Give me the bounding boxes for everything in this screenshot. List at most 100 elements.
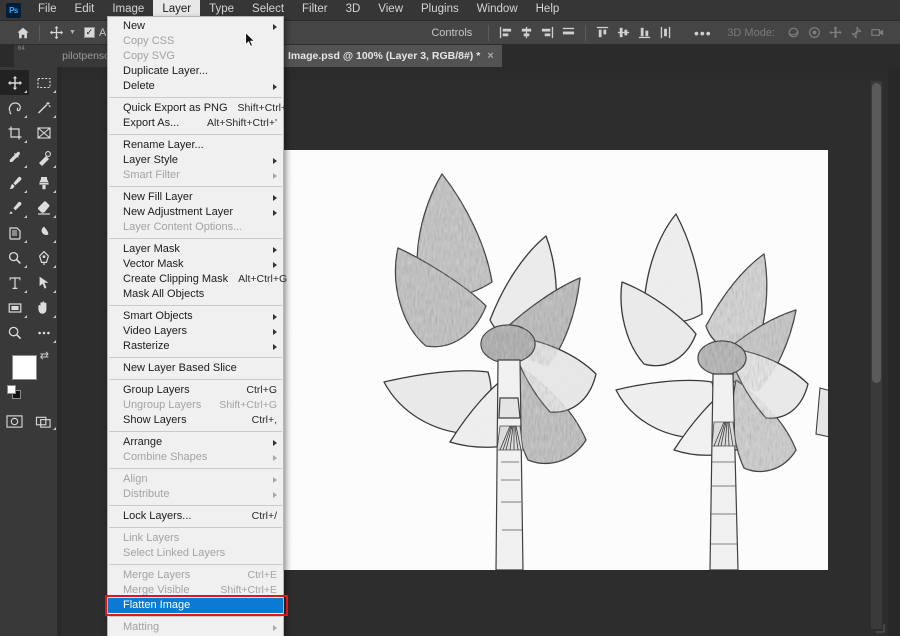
type-tool-icon[interactable]: [0, 270, 29, 295]
rectangular-marquee-tool-icon[interactable]: [29, 70, 58, 95]
menu-item-arrange[interactable]: Arrange: [108, 435, 283, 450]
menu-item-mask-all-objects[interactable]: Mask All Objects: [108, 287, 283, 302]
submenu-arrow-icon: [273, 261, 277, 268]
spot-healing-brush-tool-icon[interactable]: [29, 145, 58, 170]
menu-item-label: Select Linked Layers: [123, 547, 226, 559]
menu-item-new[interactable]: New: [108, 19, 283, 34]
align-top-edges-icon[interactable]: [558, 22, 579, 43]
move-tool-icon[interactable]: [46, 22, 67, 43]
rectangle-tool-icon[interactable]: [0, 295, 29, 320]
menu-item-rasterize[interactable]: Rasterize: [108, 339, 283, 354]
menu-item-new-fill-layer[interactable]: New Fill Layer: [108, 190, 283, 205]
more-dots: •••: [693, 24, 712, 41]
menu-separator: [109, 357, 282, 358]
menu-item-video-layers[interactable]: Video Layers: [108, 324, 283, 339]
menubar-item-file[interactable]: File: [29, 0, 66, 20]
submenu-arrow-icon: [273, 194, 277, 201]
checkbox-box[interactable]: ✓: [83, 27, 95, 38]
menubar-item-edit[interactable]: Edit: [66, 0, 104, 20]
pen-tool-icon[interactable]: [29, 245, 58, 270]
3d-pan-icon[interactable]: [825, 22, 846, 43]
move-tool-icon[interactable]: [0, 70, 29, 95]
more-options-icon[interactable]: •••: [692, 22, 713, 43]
menubar-item-view[interactable]: View: [369, 0, 412, 20]
eyedropper-tool-icon[interactable]: [0, 145, 29, 170]
3d-slide-icon[interactable]: [846, 22, 867, 43]
eraser-tool-icon[interactable]: [29, 195, 58, 220]
magic-wand-tool-icon[interactable]: [29, 95, 58, 120]
menu-item-copy-svg: Copy SVG: [108, 49, 283, 64]
quick-mask-icon[interactable]: [0, 409, 29, 433]
menu-item-label: Rasterize: [123, 340, 170, 352]
history-brush-tool-icon[interactable]: [0, 195, 29, 220]
edit-toolbar-tool-icon[interactable]: [29, 320, 58, 345]
menubar-item-help[interactable]: Help: [527, 0, 569, 20]
hand-tool-icon[interactable]: [29, 295, 58, 320]
3d-orbit-icon[interactable]: [783, 22, 804, 43]
menubar-item-window[interactable]: Window: [468, 0, 527, 20]
distribute-top-edges-icon[interactable]: [592, 22, 613, 43]
menu-item-layer-content-options: Layer Content Options...: [108, 220, 283, 235]
menu-item-create-clipping-mask[interactable]: Create Clipping Mask Alt+Ctrl+G: [108, 272, 287, 287]
tab-pilotpenso[interactable]: 64 pilotpenso: [14, 45, 118, 67]
menu-item-quick-export-as-png[interactable]: Quick Export as PNG Shift+Ctrl+': [108, 101, 289, 116]
distribute-vertical-centers-icon[interactable]: [613, 22, 634, 43]
dodge-tool-icon[interactable]: [0, 245, 29, 270]
align-left-edges-icon[interactable]: [495, 22, 516, 43]
menu-item-vector-mask[interactable]: Vector Mask: [108, 257, 283, 272]
3d-camera-icon[interactable]: [867, 22, 888, 43]
home-icon[interactable]: [12, 22, 33, 43]
menu-item-export-as[interactable]: Export As... Alt+Shift+Ctrl+': [108, 116, 283, 131]
menu-item-label: Distribute: [123, 488, 170, 500]
lasso-tool-icon[interactable]: [0, 95, 29, 120]
menu-item-group-layers[interactable]: Group Layers Ctrl+G: [108, 383, 283, 398]
menu-item-flatten-image[interactable]: Flatten Image: [108, 598, 283, 613]
menubar-item-3d[interactable]: 3D: [337, 0, 370, 20]
path-selection-tool-icon[interactable]: [29, 270, 58, 295]
menu-item-duplicate-layer[interactable]: Duplicate Layer...: [108, 64, 283, 79]
menu-item-label: Copy SVG: [123, 50, 175, 62]
menu-item-layer-mask[interactable]: Layer Mask: [108, 242, 283, 257]
foreground-color-swatch[interactable]: [12, 355, 37, 380]
blur-tool-icon[interactable]: [29, 220, 58, 245]
layer-menu-dropdown[interactable]: New Copy CSS Copy SVG Duplicate Layer... Del…: [105, 16, 289, 636]
screen-mode-icon[interactable]: [29, 409, 58, 433]
menu-separator: [109, 431, 282, 432]
menubar-item-filter[interactable]: Filter: [293, 0, 337, 20]
menu-item-new-layer-based-slice[interactable]: New Layer Based Slice: [108, 361, 283, 376]
close-icon[interactable]: ×: [487, 50, 493, 62]
resize-grip-icon[interactable]: [875, 623, 885, 633]
menu-item-label: New Adjustment Layer: [123, 206, 234, 218]
menu-item-layer-style[interactable]: Layer Style: [108, 153, 283, 168]
clone-stamp-tool-icon[interactable]: [29, 170, 58, 195]
brush-tool-icon[interactable]: [0, 170, 29, 195]
menu-item-label: Align: [123, 473, 148, 485]
distribute-horizontal-centers-icon[interactable]: [655, 22, 676, 43]
menu-separator: [109, 97, 282, 98]
zoom-tool-icon[interactable]: [0, 320, 29, 345]
gradient-tool-icon[interactable]: [0, 220, 29, 245]
crop-tool-icon[interactable]: [0, 120, 29, 145]
tool-preset-chevron-down-icon[interactable]: ▼: [69, 29, 76, 36]
submenu-arrow-icon: [273, 23, 277, 30]
align-right-edges-icon[interactable]: [537, 22, 558, 43]
frame-tool-icon[interactable]: [29, 120, 58, 145]
default-colors-icon[interactable]: [7, 385, 22, 400]
tab-label: Image.psd @ 100% (Layer 3, RGB/8#) *: [288, 50, 481, 62]
menu-item-new-adjustment-layer[interactable]: New Adjustment Layer: [108, 205, 283, 220]
menu-item-smart-objects[interactable]: Smart Objects: [108, 309, 283, 324]
3d-roll-icon[interactable]: [804, 22, 825, 43]
menu-item-rename-layer[interactable]: Rename Layer...: [108, 138, 283, 153]
image-canvas[interactable]: [224, 150, 828, 570]
scrollbar-thumb[interactable]: [872, 83, 881, 383]
menu-item-lock-layers[interactable]: Lock Layers... Ctrl+/: [108, 509, 283, 524]
swap-colors-icon[interactable]: ⇄: [40, 351, 49, 362]
menu-item-delete[interactable]: Delete: [108, 79, 283, 94]
menubar-item-plugins[interactable]: Plugins: [412, 0, 468, 20]
align-horizontal-centers-icon[interactable]: [516, 22, 537, 43]
tab-image-psd[interactable]: Image.psd @ 100% (Layer 3, RGB/8#) * ×: [280, 45, 502, 67]
menu-item-ungroup-layers: Ungroup Layers Shift+Ctrl+G: [108, 398, 283, 413]
canvas-vertical-scrollbar[interactable]: [871, 81, 882, 629]
distribute-bottom-edges-icon[interactable]: [634, 22, 655, 43]
menu-item-show-layers[interactable]: Show Layers Ctrl+,: [108, 413, 283, 428]
